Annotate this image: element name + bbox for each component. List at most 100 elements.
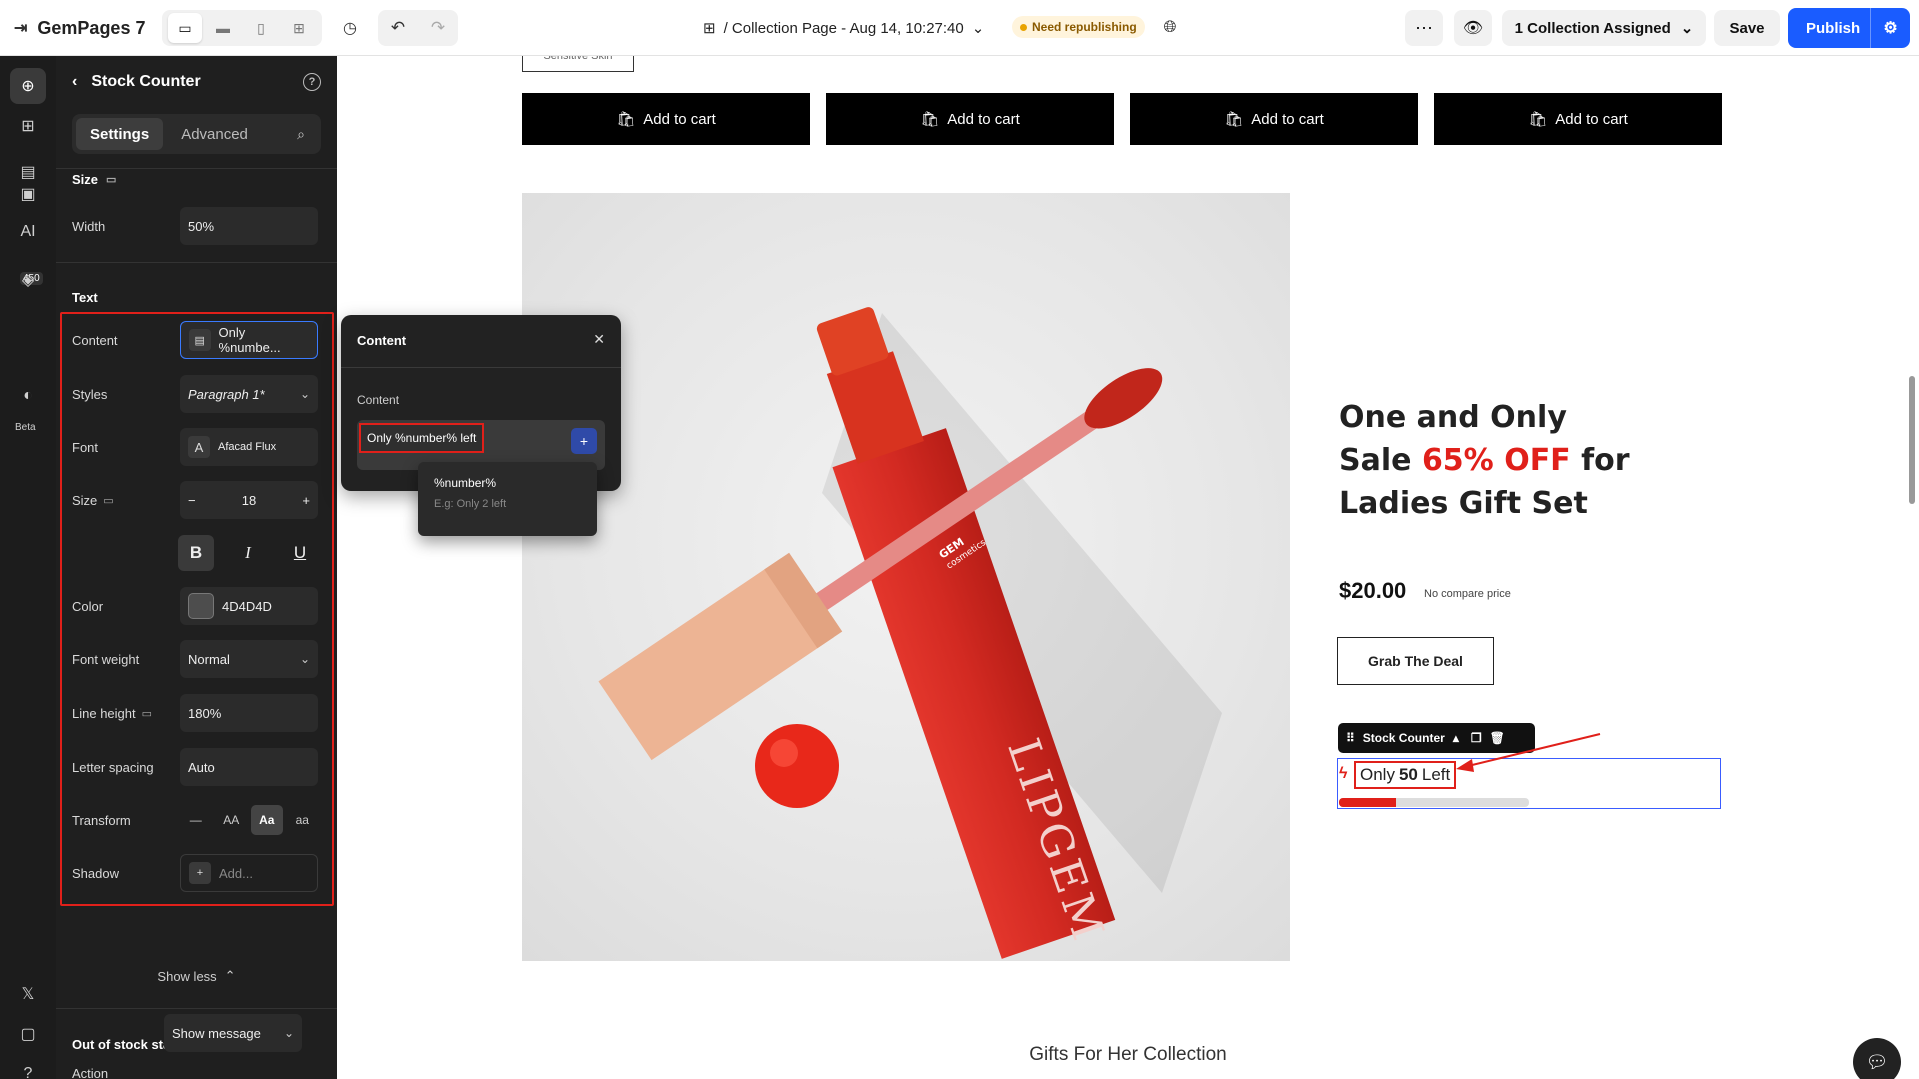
grab-deal-button[interactable]: Grab The Deal — [1337, 637, 1494, 685]
headline-sale: Sale — [1339, 443, 1422, 478]
action-select[interactable]: Show message ⌄ — [164, 1014, 302, 1052]
theme-icon[interactable]: ◐ — [10, 378, 46, 414]
gear-icon[interactable]: ⚙ — [1870, 8, 1910, 48]
assign-label: 1 Collection Assigned — [1514, 19, 1671, 37]
assign-collection-button[interactable]: 1 Collection Assigned ⌄ — [1502, 10, 1706, 46]
panel-title: Stock Counter — [91, 73, 201, 90]
bag-icon: 🛍︎ — [1224, 111, 1244, 128]
size-section-title: Size ▭ — [72, 172, 116, 187]
undo-redo-group: ↶ ↷ — [378, 10, 458, 46]
add-to-cart-button[interactable]: 🛍︎ Add to cart — [1130, 93, 1418, 145]
back-icon[interactable]: ‹ — [72, 73, 77, 91]
page-selector[interactable]: ⊞ / Collection Page - Aug 14, 10:27:40 ⌄ — [703, 14, 984, 42]
publish-button[interactable]: Publish ⚙ — [1788, 8, 1910, 48]
mobile-icon[interactable]: ▯ — [244, 13, 278, 43]
width-label: Width — [72, 218, 106, 234]
action-label: Action — [72, 1065, 109, 1079]
collection-title[interactable]: Gifts For Her Collection — [337, 1044, 1919, 1066]
headline-line-2: Sale 65% OFF for — [1339, 439, 1639, 482]
close-icon[interactable]: ✕ — [593, 331, 605, 348]
divider — [341, 367, 621, 368]
stock-number: 50 — [1398, 765, 1418, 784]
tab-settings[interactable]: Settings — [76, 118, 164, 150]
help-icon[interactable]: ? — [303, 73, 321, 91]
ai-icon[interactable]: AI — [10, 214, 46, 250]
add-element-icon[interactable]: ⊕ — [10, 68, 46, 104]
add-to-cart-label: Add to cart — [1251, 110, 1324, 128]
brand[interactable]: ⇥ GemPages 7 — [14, 14, 145, 42]
laptop-icon[interactable]: ▬ — [206, 13, 240, 43]
width-input[interactable]: 50% — [180, 207, 318, 245]
status-dot-icon — [1020, 23, 1027, 31]
panel-tabs: Settings Advanced ⌕ — [72, 114, 321, 154]
search-icon[interactable]: ⌕ — [285, 118, 317, 150]
top-bar: ⇥ GemPages 7 ▭ ▬ ▯ ⊞ ◷ ↶ ↷ ⊞ / Collectio… — [0, 0, 1919, 56]
icon-rail: ⊕ ⊞ ▤ 450 ▣ AI ◈ Beta ◐ 𝕏 ▢ ? — [0, 56, 56, 1079]
add-to-cart-button[interactable]: 🛍︎ Add to cart — [826, 93, 1114, 145]
clipboard-icon[interactable]: ▢ — [10, 1016, 46, 1052]
bag-icon: 🛍︎ — [616, 111, 636, 128]
brand-name: GemPages 7 — [37, 17, 146, 38]
preview-button[interactable]: 👁︎ — [1454, 10, 1492, 46]
lipgloss-illustration: LIPGEM GEM cosmetics — [598, 307, 1222, 959]
divider — [56, 168, 337, 169]
divider — [56, 1008, 337, 1009]
status-badge: Need republishing — [1012, 16, 1145, 38]
action-row: Action — [72, 1065, 322, 1079]
x-icon[interactable]: 𝕏 — [10, 976, 46, 1012]
add-to-cart-label: Add to cart — [947, 110, 1020, 128]
add-to-cart-button[interactable]: 🛍︎ Add to cart — [1434, 93, 1722, 145]
save-button[interactable]: Save — [1714, 10, 1780, 46]
divider — [56, 262, 337, 263]
insert-variable-button[interactable]: + — [571, 428, 597, 454]
add-to-cart-button[interactable]: 🛍︎ Add to cart — [522, 93, 810, 145]
globe-icon[interactable]: 🌐︎ — [1156, 14, 1184, 42]
show-less-button[interactable]: Show less ⌃ — [56, 964, 337, 988]
layers-icon[interactable]: ◈ — [10, 262, 46, 298]
bag-icon: 🛍︎ — [920, 111, 940, 128]
variable-suggestion[interactable]: %number% E.g: Only 2 left — [418, 462, 597, 536]
product-headline[interactable]: One and Only Sale 65% OFF for Ladies Gif… — [1339, 396, 1639, 525]
history-icon[interactable]: ◷ — [336, 14, 364, 42]
size-section-label: Size — [72, 172, 99, 187]
chat-icon[interactable]: 💬︎ — [1853, 1038, 1901, 1079]
lightning-icon: ϟ — [1339, 765, 1348, 782]
stock-text-prefix: Only — [1360, 765, 1395, 784]
layout-icon[interactable]: ⊞ — [282, 13, 316, 43]
exit-icon[interactable]: ⇥ — [14, 18, 27, 38]
chevron-down-icon: ⌄ — [283, 1026, 294, 1040]
product-image[interactable]: LIPGEM GEM cosmetics — [522, 193, 1290, 961]
text-section-label: Text — [72, 290, 98, 305]
pages-icon: ⊞ — [703, 20, 716, 37]
library-icon[interactable]: ▣ — [10, 176, 46, 212]
width-value: 50% — [188, 218, 215, 234]
headline-line-3: Ladies Gift Set — [1339, 486, 1588, 521]
publish-label: Publish — [1806, 19, 1861, 37]
headline-line-1: One and Only — [1339, 400, 1567, 435]
stock-counter-text[interactable]: Only 50 Left — [1354, 761, 1457, 789]
panel-header: ‹ Stock Counter ? — [56, 56, 337, 108]
more-button[interactable]: ⋯ — [1405, 10, 1443, 46]
sections-icon[interactable]: ⊞ — [10, 108, 46, 144]
undo-icon[interactable]: ↶ — [391, 18, 405, 38]
stock-progress-bar — [1339, 798, 1529, 807]
editor-canvas: Sensitive Skin 🛍︎ Add to cart 🛍︎ Add to ca… — [337, 56, 1919, 1079]
headline-for: for — [1570, 443, 1630, 478]
canvas-scrollbar[interactable] — [1909, 376, 1915, 504]
suggestion-token: %number% — [434, 476, 497, 490]
desktop-icon[interactable]: ▭ — [106, 173, 116, 186]
width-row: Width 50% — [72, 207, 322, 245]
compare-price[interactable]: No compare price — [1424, 588, 1511, 600]
help-icon[interactable]: ? — [10, 1056, 46, 1079]
redo-icon[interactable]: ↷ — [431, 18, 445, 38]
desktop-icon[interactable]: ▭ — [168, 13, 202, 43]
content-input-value[interactable]: Only %number% left — [359, 423, 485, 453]
variant-swatch[interactable]: Sensitive Skin — [522, 56, 634, 72]
popover-title: Content — [357, 333, 407, 348]
chevron-up-icon: ⌃ — [224, 968, 236, 983]
add-to-cart-label: Add to cart — [1555, 110, 1628, 128]
tab-advanced[interactable]: Advanced — [167, 118, 262, 150]
annotation-arrow-icon — [1456, 733, 1601, 772]
drag-handle-icon[interactable]: ⠿ — [1346, 731, 1355, 745]
product-price[interactable]: $20.00 — [1339, 578, 1406, 604]
